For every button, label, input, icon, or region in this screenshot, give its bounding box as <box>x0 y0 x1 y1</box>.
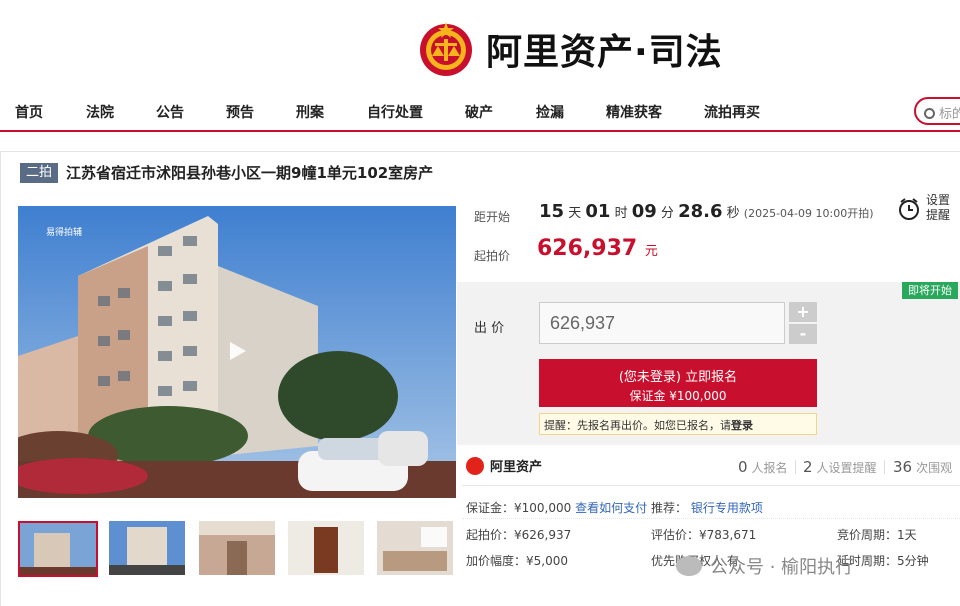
alarm-clock-icon <box>899 198 919 220</box>
divider <box>462 518 960 519</box>
stat-reminders: 2 人设置提醒 <box>803 458 877 476</box>
countdown-days-unit: 天 <box>568 206 582 221</box>
recommend-label: 推荐： <box>651 501 688 515</box>
start-price-detail: 起拍价：¥626,937 <box>466 528 572 542</box>
bid-amount-input[interactable] <box>539 302 785 344</box>
stat-value: 36 <box>893 458 913 476</box>
photo-watermark: 易得拍辅 <box>46 228 83 238</box>
decrease-bid-button[interactable]: - <box>789 324 817 344</box>
wechat-watermark: 公众号 · 榆阳执行 <box>676 553 853 579</box>
bidding-cycle-detail: 竞价周期：1天 <box>837 528 917 542</box>
how-to-pay-link[interactable]: 查看如何支付 <box>575 501 647 515</box>
search-input[interactable]: 标的 <box>914 97 960 125</box>
divider <box>462 485 960 486</box>
main-nav: 首页 法院 公告 预告 刑案 自行处置 破产 捡漏 精准获客 流拍再买 标的 <box>0 94 960 132</box>
login-link[interactable]: 登录 <box>731 419 753 432</box>
nav-item-home[interactable]: 首页 <box>15 102 43 122</box>
appraisal-price-detail: 评估价：¥783,671 <box>651 528 757 542</box>
countdown-hours-unit: 时 <box>614 206 628 221</box>
bank-loan-link[interactable]: 银行专用款项 <box>691 501 763 515</box>
nav-item-precise-leads[interactable]: 精准获客 <box>606 102 662 122</box>
court-emblem-icon <box>420 22 472 76</box>
round-badge: 二拍 <box>20 163 58 183</box>
platform-name: 阿里资产 <box>490 460 543 475</box>
thumbnail-image <box>377 521 453 575</box>
thumbnail-1[interactable] <box>18 521 98 577</box>
nav-item-relist[interactable]: 流拍再买 <box>704 102 760 122</box>
site-brand[interactable]: 阿里资产·司法 <box>418 18 723 80</box>
stat-value: 2 <box>803 458 813 476</box>
deposit-info: 保证金：¥100,000 查看如何支付 <box>466 499 647 516</box>
increase-bid-button[interactable]: + <box>789 302 817 322</box>
thumbnail-image <box>199 521 275 575</box>
play-video-icon[interactable] <box>226 340 248 362</box>
countdown-days: 15 <box>539 201 565 222</box>
nav-item-bankruptcy[interactable]: 破产 <box>465 102 493 122</box>
recommend-info: 推荐： 银行专用款项 <box>651 499 763 516</box>
register-now-button[interactable]: (您未登录) 立即报名 保证金 ¥100,000 <box>539 359 817 407</box>
register-deposit-label: 保证金 ¥100,000 <box>629 389 727 403</box>
countdown-hours: 01 <box>585 201 611 222</box>
thumbnail-image <box>20 523 96 575</box>
thumbnail-5[interactable] <box>377 521 453 575</box>
countdown-minutes: 09 <box>631 201 657 222</box>
countdown-minutes-unit: 分 <box>660 206 674 221</box>
tip-text: 提醒：先报名再出价。如您已报名，请 <box>544 419 731 432</box>
countdown-seconds-unit: 秒 <box>726 206 740 221</box>
stat-label: 人报名 <box>751 461 788 475</box>
set-reminder-button[interactable]: 设置 提醒 <box>898 193 960 227</box>
search-icon <box>924 108 935 119</box>
register-button-label: (您未登录) 立即报名 <box>618 370 738 385</box>
platform-logo: 阿里资产 <box>466 456 542 475</box>
item-title: 江苏省宿迁市沭阳县孙巷小区一期9幢1单元102室房产 <box>66 164 434 182</box>
login-tip: 提醒：先报名再出价。如您已报名，请登录 <box>539 413 817 435</box>
nav-item-self-disposal[interactable]: 自行处置 <box>367 102 423 122</box>
countdown-start-note: (2025-04-09 10:00开拍) <box>743 207 874 220</box>
start-price-unit: 元 <box>644 244 658 259</box>
nav-item-preview[interactable]: 预告 <box>226 102 254 122</box>
start-price: 626,937 元 <box>537 236 658 261</box>
divider <box>884 460 885 474</box>
countdown-label: 距开始 <box>474 210 511 224</box>
stat-views: 36 次围观 <box>893 458 952 476</box>
wechat-icon <box>676 556 702 576</box>
thumbnail-4[interactable] <box>288 521 364 575</box>
nav-item-criminal[interactable]: 刑案 <box>296 102 324 122</box>
thumbnail-2[interactable] <box>109 521 185 575</box>
start-price-label: 起拍价 <box>474 249 511 263</box>
divider <box>795 460 796 474</box>
reminder-line2: 提醒 <box>926 208 951 222</box>
ali-assets-icon <box>466 456 484 475</box>
nav-item-bargain[interactable]: 捡漏 <box>536 102 564 122</box>
search-placeholder: 标的 <box>939 107 960 122</box>
thumbnail-image <box>288 521 364 575</box>
reminder-line1: 设置 <box>926 193 951 207</box>
stat-label: 次围观 <box>916 461 953 475</box>
nav-item-court[interactable]: 法院 <box>86 102 114 122</box>
bid-label: 出 价 <box>474 321 505 336</box>
nav-item-notice[interactable]: 公告 <box>156 102 184 122</box>
countdown-timer: 15 天 01 时 09 分 28.6 秒 (2025-04-09 10:00开… <box>539 201 874 222</box>
thumbnail-image <box>109 521 185 575</box>
increment-detail: 加价幅度：¥5,000 <box>466 554 568 568</box>
countdown-seconds: 28.6 <box>678 201 723 222</box>
stat-label: 人设置提醒 <box>816 461 877 475</box>
stat-registrations: 0 人报名 <box>738 458 788 476</box>
watermark-text: 公众号 · 榆阳执行 <box>710 557 854 578</box>
deposit-text: 保证金：¥100,000 <box>466 501 572 515</box>
status-badge: 即将开始 <box>902 282 958 299</box>
thumbnail-3[interactable] <box>199 521 275 575</box>
start-price-value: 626,937 <box>537 236 638 261</box>
brand-name: 阿里资产·司法 <box>486 32 723 73</box>
stat-value: 0 <box>738 458 748 476</box>
